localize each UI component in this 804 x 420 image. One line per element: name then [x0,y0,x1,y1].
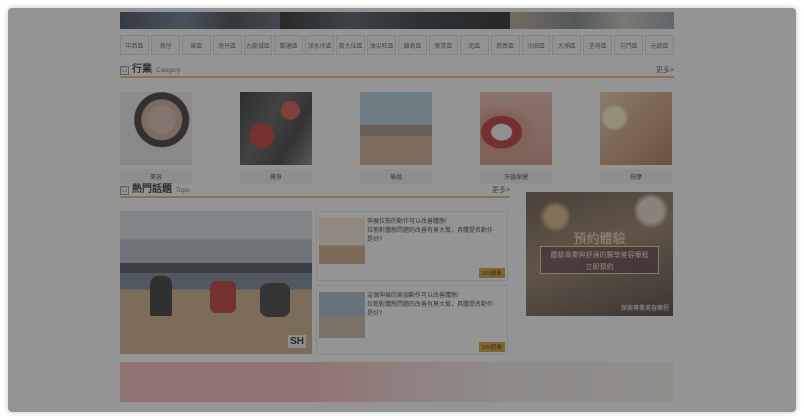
topic-line1: 伸展拉筋的動作可以改善體態! [367,219,447,225]
views-badge: 100觀看 [478,342,505,352]
ad-line1: 體驗專業與舒適的醫學美容療程 [550,252,649,259]
district-button[interactable]: 灣仔區 [212,35,242,55]
topic-line2: 拉筋對體態問題的改善有莫大幫，具體提名動作 [367,302,494,308]
category-label: 按摩 [600,169,672,184]
views-badge: 100觀看 [478,268,505,278]
district-button[interactable]: 荃灣區 [583,35,613,55]
district-button[interactable]: 屯門區 [614,35,644,55]
district-button[interactable]: 東區 [181,35,211,55]
category-card-fitness[interactable]: 健身 [240,92,312,184]
category-label: 健身 [240,169,312,184]
topic-line2: 拉筋對體態問題的改善有莫大幫，具體提名動作 [367,228,494,234]
massage-photo [600,92,672,165]
district-button[interactable]: 西貢區 [490,35,520,55]
topic-thumbnail [319,292,365,338]
topic-line3: 是好? [367,237,383,243]
category-card-beauty[interactable]: 美容 [120,92,192,184]
district-button[interactable]: 九龍城區 [243,35,273,55]
category-subtitle: Category [156,68,181,74]
district-filter-bar: 中西區 灣仔 東區 灣仔區 九龍城區 觀塘區 深水埗區 黃大仙區 油尖旺區 離島區 葵青區 北區 西貢區… [120,35,675,55]
district-button[interactable]: 中西區 [120,35,149,55]
topic-text: 這個伸展的瑜伽動作可以改善體態! 拉筋對體態問題的改善有莫大幫，具體提名動作 是… [367,292,505,319]
topic-thumbnail [319,218,365,264]
district-button[interactable]: 觀塘區 [274,35,304,55]
fitness-photo [240,92,312,165]
topic-subtitle: Topic [176,188,191,194]
ad-caption: 探索專業美容療程 [620,306,669,312]
booking-advertisement[interactable]: 預約體驗 體驗專業與舒適的醫學美容療程 立即預約 探索專業美容療程 [526,192,673,316]
category-title: 行業 [132,64,152,75]
ad-line2: 立即預約 [585,264,614,271]
district-button[interactable]: 深水埗區 [305,35,335,55]
category-card-yoga[interactable]: 瑜珈 [360,92,432,184]
district-button[interactable]: 離島區 [398,35,427,55]
category-more-link[interactable]: 更多> [656,65,674,75]
district-button[interactable]: 北區 [459,35,489,55]
top-banner[interactable] [120,12,674,29]
district-button[interactable]: 大埔區 [552,35,582,55]
web-page: 中西區 灣仔 東區 灣仔區 九龍城區 觀塘區 深水埗區 黃大仙區 油尖旺區 離島區 葵青區 北區 西貢區… [16,12,788,404]
category-grid: 美容 健身 瑜珈 牙齒保健 按摩 [120,92,674,184]
brand-logo: SH [288,335,306,348]
topic-more-link[interactable]: 更多> [492,185,510,195]
beauty-photo [120,92,192,165]
dental-photo [480,92,552,165]
district-button[interactable]: 沙田區 [521,35,551,55]
district-button[interactable]: 元朗區 [645,35,675,55]
district-button[interactable]: 灣仔 [150,35,180,55]
topic-title: 熱門話題 [132,184,172,195]
topic-section-header: ☐ 熱門話題 Topic 更多> [120,184,510,198]
yoga-photo [360,92,432,165]
district-button[interactable]: 葵青區 [428,35,458,55]
topic-line3: 是好? [367,311,383,317]
topic-card[interactable]: 伸展拉筋的動作可以改善體態! 拉筋對體態問題的改善有莫大幫，具體提名動作 是好?… [316,211,508,281]
topic-line1: 這個伸展的瑜伽動作可以改善體態! [367,293,459,299]
category-icon: ☐ [120,66,129,75]
ad-title: 預約體驗 [573,231,626,246]
screenshot-frame: 中西區 灣仔 東區 灣仔區 九龍城區 觀塘區 深水埗區 黃大仙區 油尖旺區 離島區 葵青區 北區 西貢區… [8,8,796,412]
category-card-dental[interactable]: 牙齒保健 [480,92,552,184]
bottom-banner[interactable] [120,362,674,402]
category-section-header: ☐ 行業 Category 更多> [120,64,674,78]
district-button[interactable]: 黃大仙區 [336,35,366,55]
district-button[interactable]: 油尖旺區 [367,35,397,55]
topic-card[interactable]: 這個伸展的瑜伽動作可以改善體態! 拉筋對體態問題的改善有莫大幫，具體提名動作 是… [316,285,508,355]
category-card-massage[interactable]: 按摩 [600,92,672,184]
category-label: 牙齒保健 [480,169,552,184]
featured-topic-image[interactable]: SH [120,211,312,354]
topic-icon: ☐ [120,186,129,195]
topic-text: 伸展拉筋的動作可以改善體態! 拉筋對體態問題的改善有莫大幫，具體提名動作 是好? [367,218,505,245]
category-label: 瑜珈 [360,169,432,184]
